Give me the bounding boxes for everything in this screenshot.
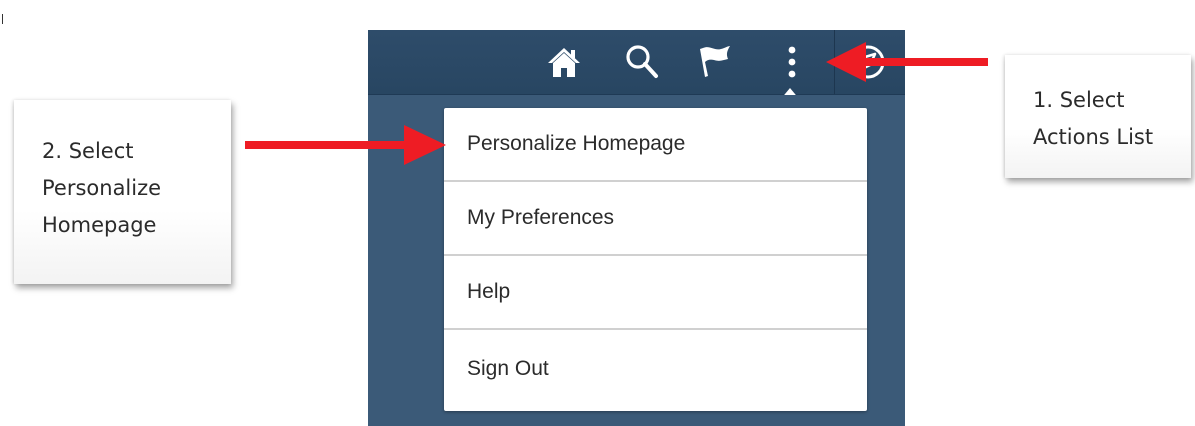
actions-list-icon[interactable]: [772, 42, 812, 82]
menu-item-personalize-homepage[interactable]: Personalize Homepage: [444, 108, 867, 182]
text-cursor-mark: [2, 14, 3, 24]
app-header: [368, 30, 905, 100]
search-icon[interactable]: [622, 42, 662, 82]
header-divider: [834, 30, 835, 94]
peoplesoft-app-panel: Personalize Homepage My Preferences Help…: [368, 30, 905, 426]
home-icon[interactable]: [544, 42, 584, 82]
flag-icon[interactable]: [696, 42, 736, 82]
tutorial-screenshot: Personalize Homepage My Preferences Help…: [0, 0, 1195, 426]
menu-item-label: Sign Out: [467, 356, 549, 380]
callout-text: Actions List: [1033, 125, 1154, 149]
callout-step-1: 1. Select Actions List: [1005, 55, 1191, 178]
menu-item-label: My Preferences: [467, 206, 615, 229]
menu-item-label: Help: [467, 280, 511, 303]
menu-item-help[interactable]: Help: [444, 256, 867, 330]
callout-step-2: 2. Select Personalize Homepage: [14, 100, 231, 284]
menu-item-my-preferences[interactable]: My Preferences: [444, 182, 867, 256]
callout-text: Personalize: [42, 176, 162, 200]
menu-item-sign-out[interactable]: Sign Out: [444, 330, 867, 407]
callout-text: Homepage: [42, 213, 157, 237]
callout-text: 2. Select: [42, 139, 134, 163]
menu-item-label: Personalize Homepage: [467, 132, 686, 155]
callout-text: 1. Select: [1033, 88, 1125, 112]
navbar-icon[interactable]: [848, 42, 888, 82]
actions-list-menu: Personalize Homepage My Preferences Help…: [444, 108, 867, 411]
